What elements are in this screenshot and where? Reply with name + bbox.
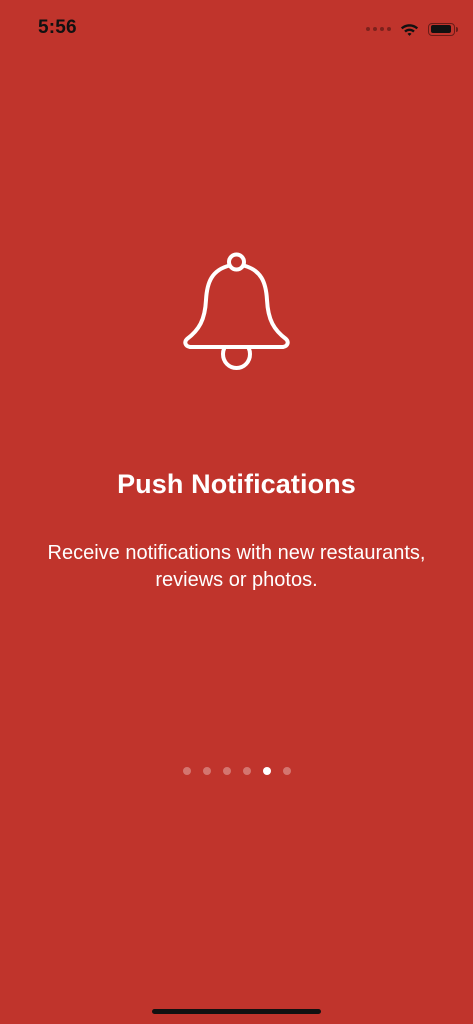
onboarding-screen: 5:56 Push Notifications Receive notifica… [0, 0, 473, 1024]
page-indicator[interactable] [0, 767, 473, 775]
onboarding-description: Receive notifications with new restauran… [47, 542, 426, 591]
page-dot-2[interactable] [202, 767, 211, 775]
page-dot-4[interactable] [242, 767, 251, 775]
bell-icon [183, 252, 290, 370]
battery-icon [428, 22, 458, 36]
page-dot-3[interactable] [222, 767, 231, 775]
cellular-signal-icon [366, 27, 391, 31]
status-bar: 5:56 [0, 0, 473, 56]
page-dot-1[interactable] [182, 767, 191, 775]
onboarding-title: Push Notifications [117, 469, 356, 499]
status-indicators [366, 18, 458, 40]
wifi-icon [400, 23, 419, 36]
battery-fill [430, 25, 451, 33]
page-dot-5[interactable] [262, 767, 271, 775]
page-dot-6[interactable] [282, 767, 291, 775]
status-time: 5:56 [38, 17, 77, 38]
home-indicator[interactable] [152, 1009, 321, 1014]
